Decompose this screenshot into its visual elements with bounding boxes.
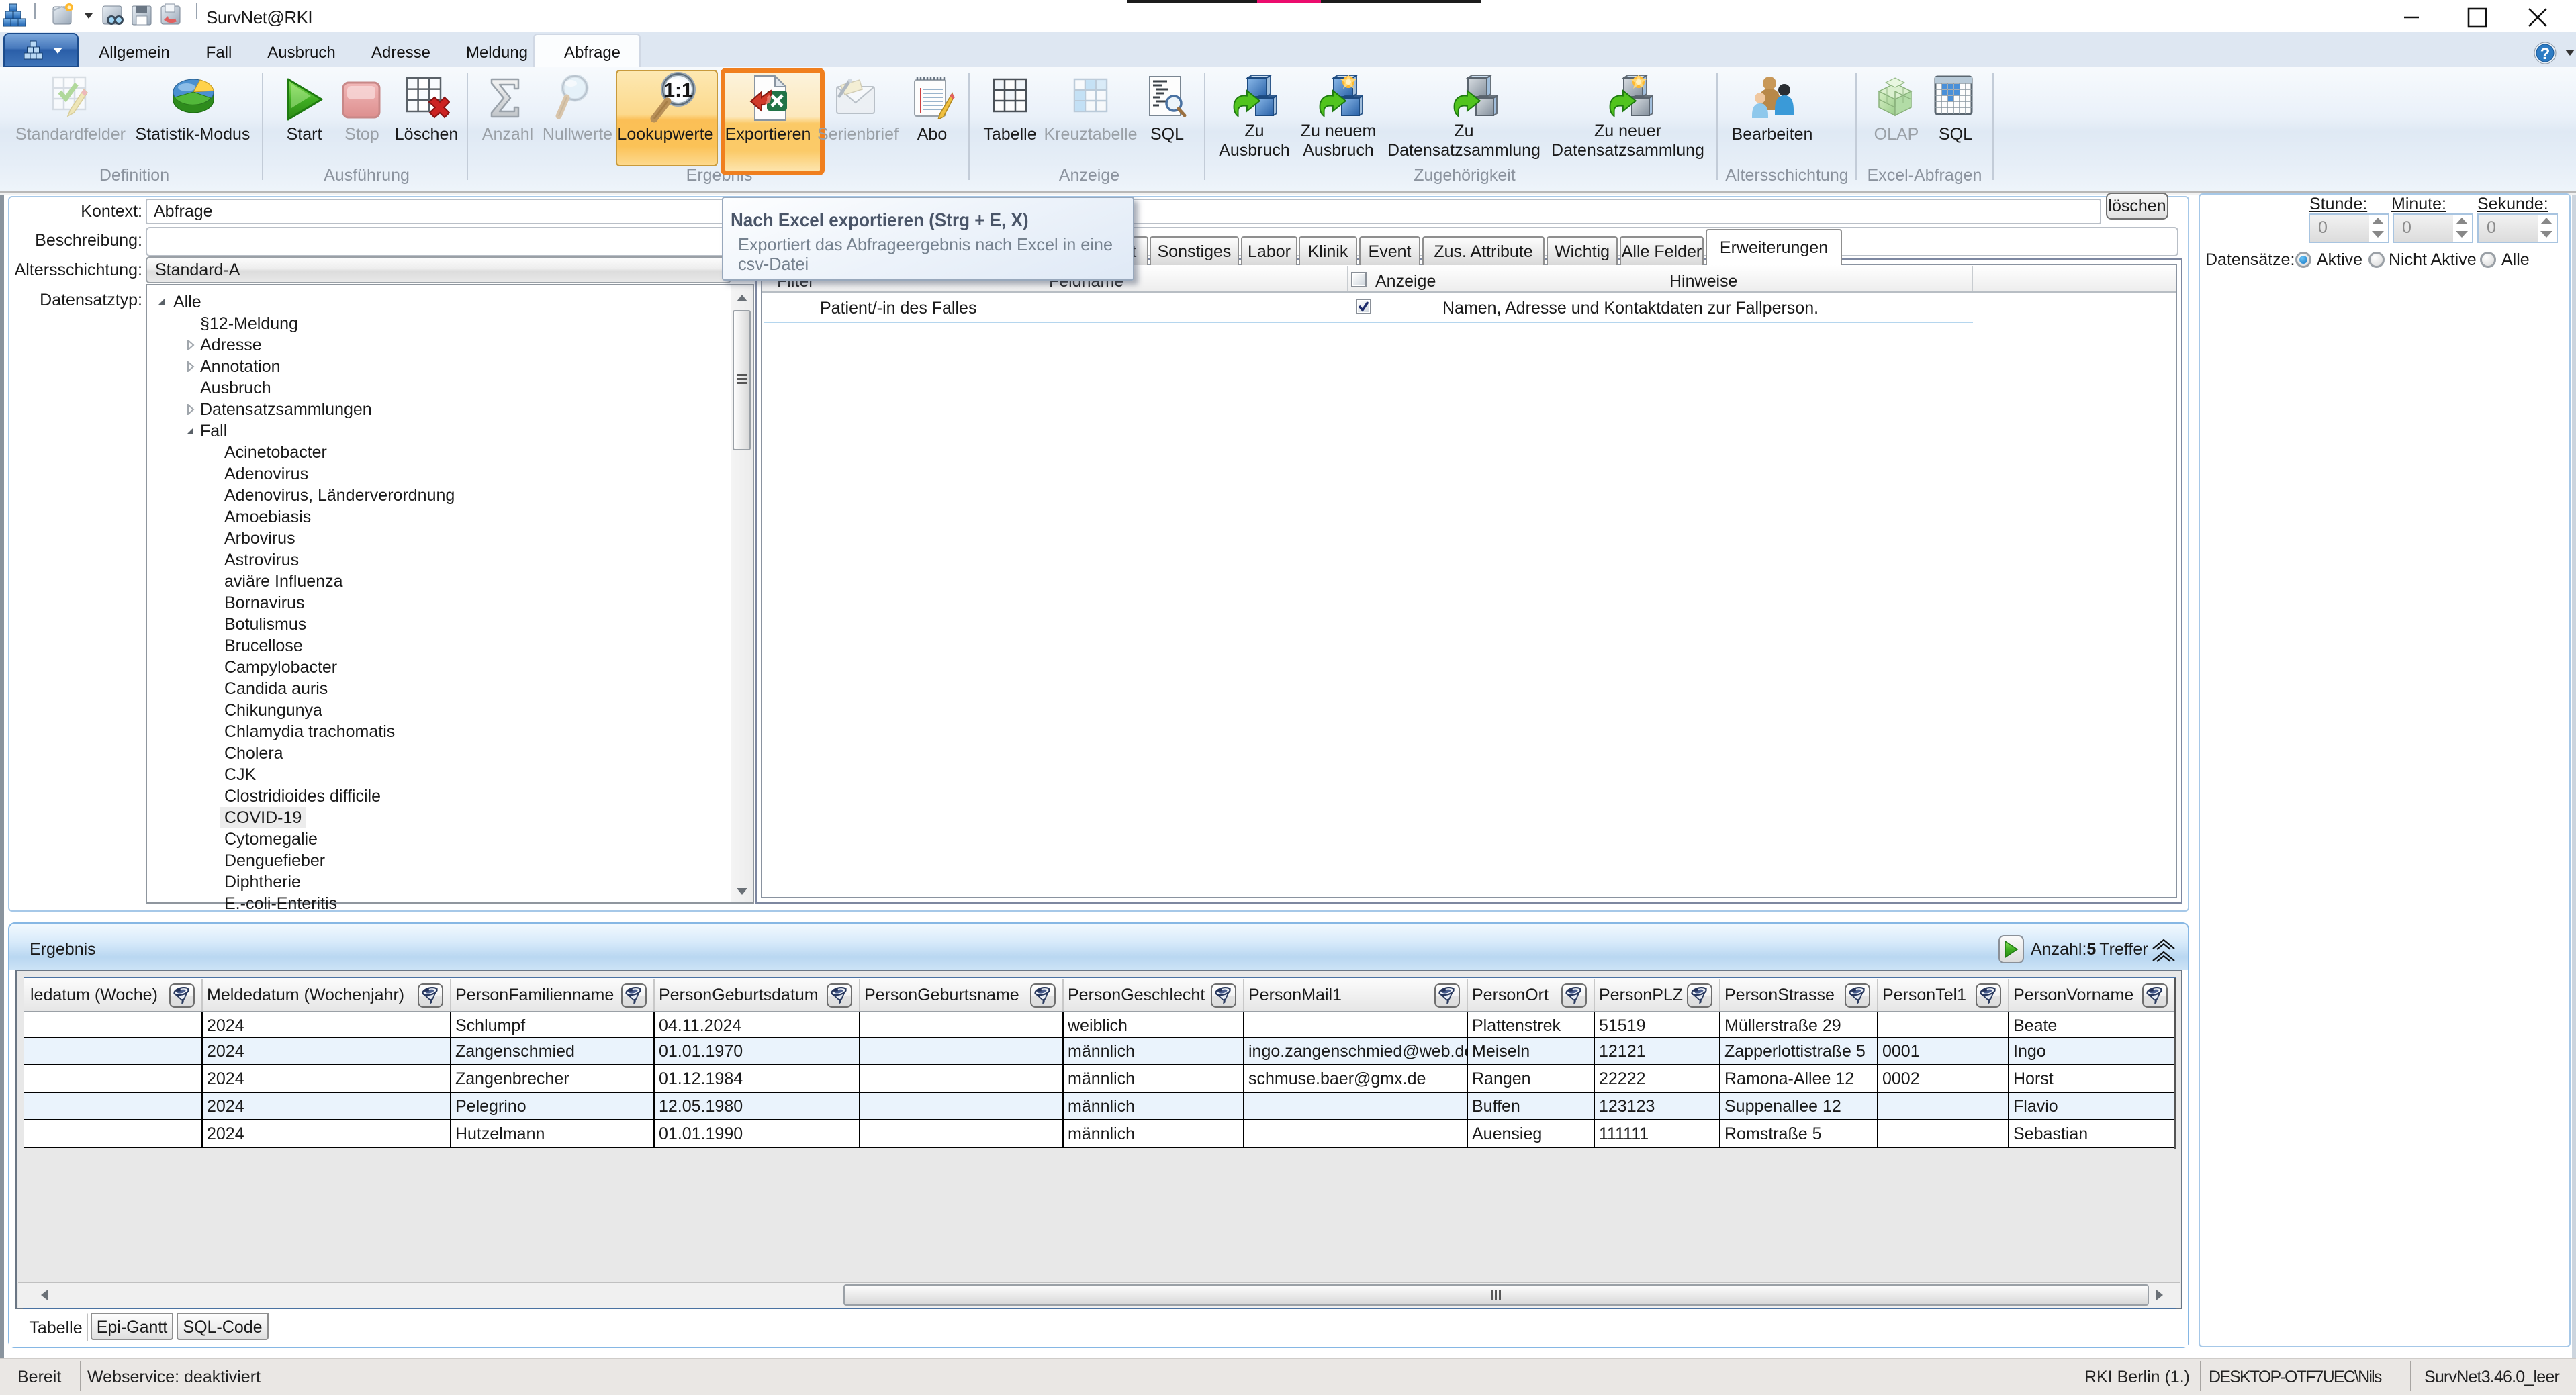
svg-text:1:1: 1:1: [663, 79, 692, 101]
svg-text:?: ?: [2540, 45, 2550, 63]
